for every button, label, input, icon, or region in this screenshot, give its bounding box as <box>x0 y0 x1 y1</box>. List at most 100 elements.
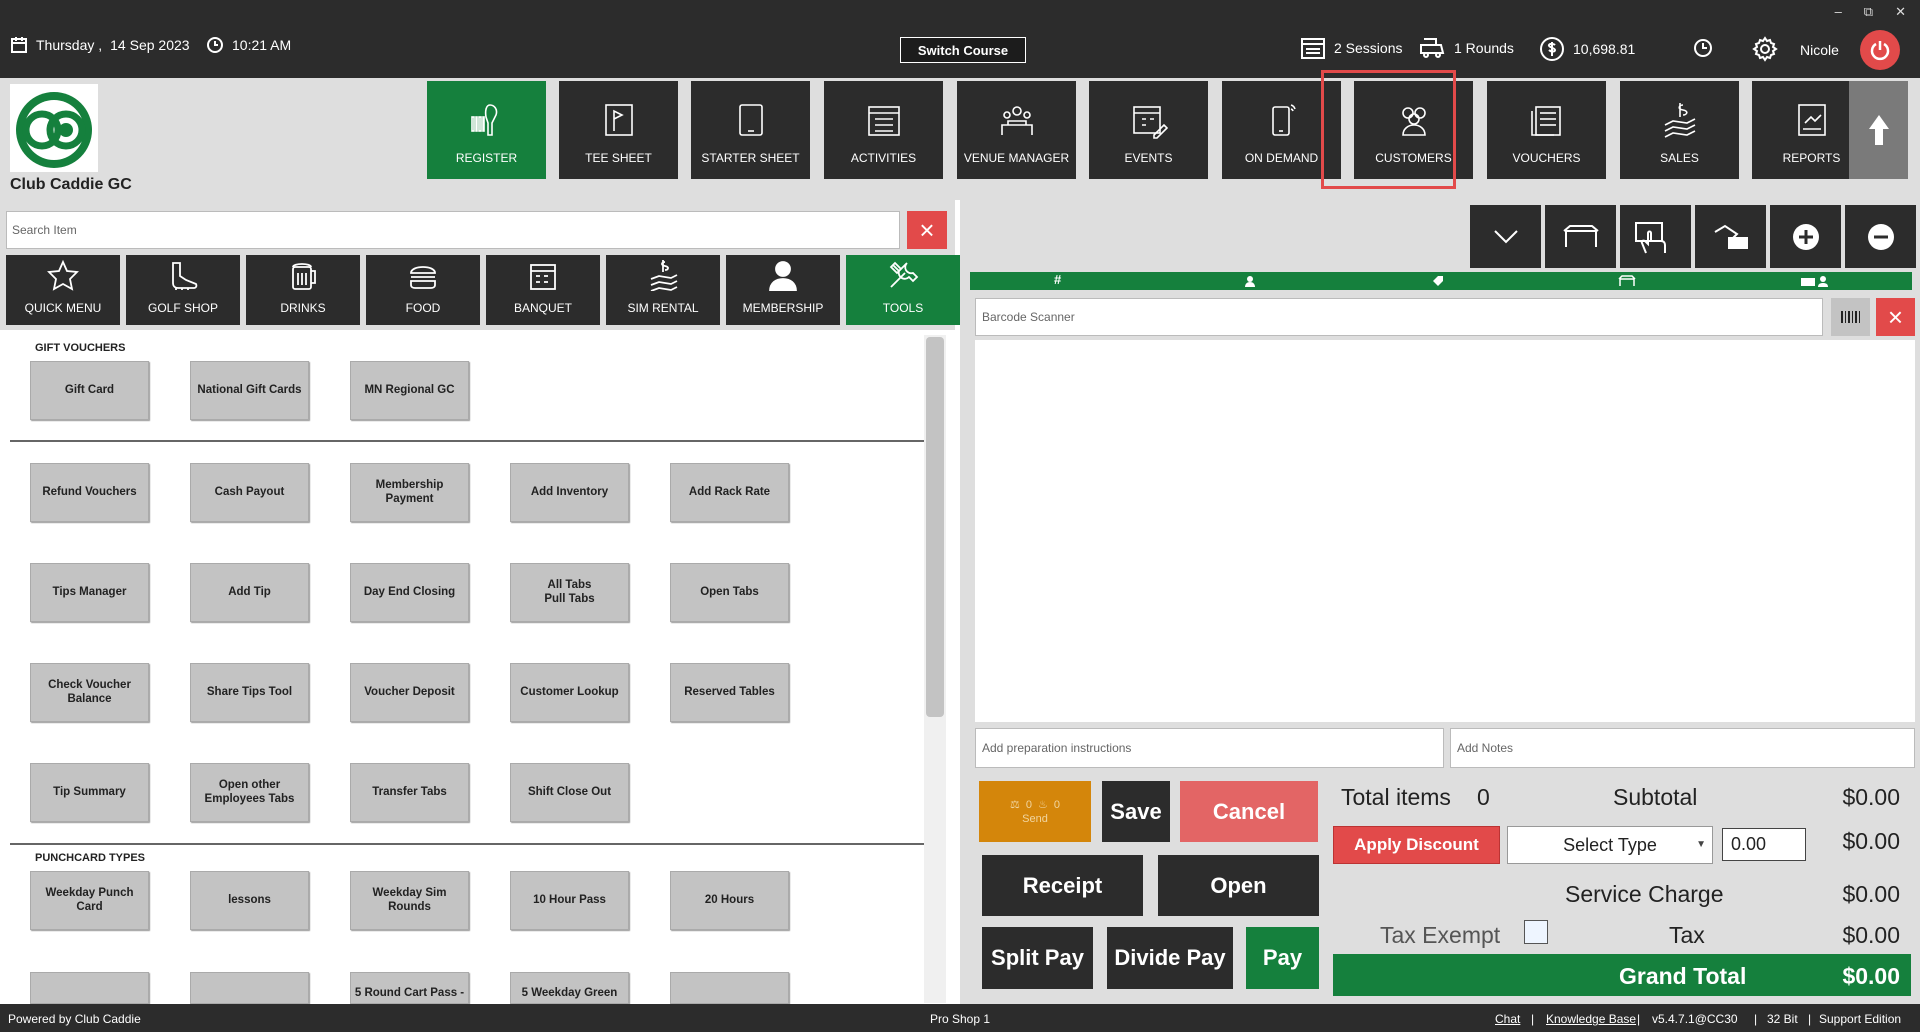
nav-sales-button[interactable]: SALES <box>1620 81 1739 179</box>
scroll-top-button[interactable] <box>1849 81 1908 179</box>
minimize-button[interactable]: – <box>1835 4 1842 20</box>
search-item-input[interactable]: Search Item <box>6 211 900 249</box>
punchcard-item[interactable] <box>30 972 149 1004</box>
gift-voucher-item[interactable]: National Gift Cards <box>190 361 309 420</box>
nav-activities-button[interactable]: ACTIVITIES <box>824 81 943 179</box>
calendar-icon <box>11 37 27 53</box>
barcode-scan-button[interactable] <box>1831 298 1870 336</box>
tool-item[interactable]: Open other Employees Tabs <box>190 763 309 822</box>
tool-item[interactable]: Tip Summary <box>30 763 149 822</box>
gift-voucher-item[interactable]: MN Regional GC <box>350 361 469 420</box>
logout-button[interactable] <box>1860 30 1900 70</box>
tax-exempt-checkbox[interactable] <box>1524 920 1548 944</box>
category-label: TOOLS <box>882 301 924 315</box>
category-label: BANQUET <box>513 301 572 315</box>
split-item-button[interactable] <box>1695 205 1766 268</box>
tool-item[interactable]: Add Inventory <box>510 463 629 522</box>
pay-button[interactable]: Pay <box>1246 927 1319 989</box>
tool-item[interactable]: Voucher Deposit <box>350 663 469 722</box>
punchcard-item[interactable] <box>190 972 309 1004</box>
open-button[interactable]: Open <box>1158 855 1319 916</box>
seat-icon <box>1618 275 1636 286</box>
nav-events-button[interactable]: EVENTS <box>1089 81 1208 179</box>
prep-placeholder: Add preparation instructions <box>982 741 1132 755</box>
barcode-scanner-input[interactable]: Barcode Scanner <box>975 298 1823 336</box>
category-tools-button[interactable]: TOOLS <box>846 255 960 325</box>
history-button[interactable] <box>1693 38 1713 58</box>
split-pay-button[interactable]: Split Pay <box>982 927 1093 989</box>
tool-item[interactable]: Open Tabs <box>670 563 789 622</box>
nav-register-button[interactable]: REGISTER <box>427 81 546 179</box>
category-label: MEMBERSHIP <box>742 301 824 315</box>
tool-item[interactable]: Day End Closing <box>350 563 469 622</box>
tool-item[interactable]: Add Rack Rate <box>670 463 789 522</box>
punchcard-item[interactable]: 10 Hour Pass <box>510 871 629 930</box>
send-label: Send <box>1022 813 1048 825</box>
tool-item[interactable]: Refund Vouchers <box>30 463 149 522</box>
category-golf-shop-button[interactable]: GOLF SHOP <box>126 255 240 325</box>
table-button[interactable] <box>1545 205 1616 268</box>
nav-venue-manager-button[interactable]: VENUE MANAGER <box>957 81 1076 179</box>
punchcard-item[interactable]: Weekday Sim Rounds <box>350 871 469 930</box>
sessions-indicator[interactable]: 2 Sessions <box>1300 36 1402 60</box>
punchcard-item[interactable]: 5 Weekday Green <box>510 972 629 1004</box>
tool-item[interactable]: Cash Payout <box>190 463 309 522</box>
barcode-clear-button[interactable]: × <box>1876 298 1915 336</box>
category-food-button[interactable]: FOOD <box>366 255 480 325</box>
category-banquet-button[interactable]: BANQUET <box>486 255 600 325</box>
decrease-qty-button[interactable] <box>1845 205 1916 268</box>
balance-indicator[interactable]: 10,698.81 <box>1539 36 1635 62</box>
category-sim-rental-button[interactable]: SIM RENTAL <box>606 255 720 325</box>
hand-pointer-icon <box>1634 221 1666 253</box>
receipt-button[interactable]: Receipt <box>982 855 1143 916</box>
nav-label: VOUCHERS <box>1512 151 1581 165</box>
tool-item[interactable]: Customer Lookup <box>510 663 629 722</box>
punchcard-item[interactable]: Weekday Punch Card <box>30 871 149 930</box>
tool-item[interactable]: Shift Close Out <box>510 763 629 822</box>
user-menu[interactable]: Nicole <box>1800 42 1839 58</box>
settings-button[interactable] <box>1752 36 1778 62</box>
nav-starter-sheet-button[interactable]: STARTER SHEET <box>691 81 810 179</box>
items-scrollbar-thumb[interactable] <box>926 337 944 717</box>
save-button[interactable]: Save <box>1102 781 1170 842</box>
punchcard-item[interactable]: 20 Hours <box>670 871 789 930</box>
switch-course-button[interactable]: Switch Course <box>900 37 1026 63</box>
preparation-instructions-input[interactable]: Add preparation instructions <box>975 728 1444 768</box>
tool-item[interactable]: Tips Manager <box>30 563 149 622</box>
tool-item[interactable]: All Tabs Pull Tabs <box>510 563 629 622</box>
knowledge-base-link[interactable]: Knowledge Base <box>1546 1012 1636 1026</box>
punchcard-item[interactable] <box>670 972 789 1004</box>
increase-qty-button[interactable] <box>1770 205 1841 268</box>
station-name: Pro Shop 1 <box>930 1012 991 1026</box>
nav-tee-sheet-button[interactable]: TEE SHEET <box>559 81 678 179</box>
restore-button[interactable]: ⧉ <box>1864 4 1873 20</box>
tool-item[interactable]: Reserved Tables <box>670 663 789 722</box>
search-clear-button[interactable]: × <box>907 211 947 249</box>
collapse-button[interactable] <box>1470 205 1541 268</box>
tool-item[interactable]: Share Tips Tool <box>190 663 309 722</box>
hand-card-button[interactable] <box>1620 205 1691 268</box>
discount-type-select[interactable]: Select Type ▼ <box>1507 826 1713 864</box>
send-count-bar: 0 <box>1053 798 1060 811</box>
punchcard-item[interactable]: lessons <box>190 871 309 930</box>
send-button[interactable]: ⚖ 0 ♨ 0 Send <box>979 781 1091 842</box>
tool-item[interactable]: Membership Payment <box>350 463 469 522</box>
chat-link[interactable]: Chat <box>1495 1012 1520 1026</box>
rounds-indicator[interactable]: 1 Rounds <box>1418 36 1514 60</box>
gift-voucher-item[interactable]: Gift Card <box>30 361 149 420</box>
cancel-button[interactable]: Cancel <box>1180 781 1318 842</box>
category-membership-button[interactable]: MEMBERSHIP <box>726 255 840 325</box>
close-button[interactable]: ✕ <box>1895 4 1906 20</box>
tool-item[interactable]: Check Voucher Balance <box>30 663 149 722</box>
tool-item[interactable]: Transfer Tabs <box>350 763 469 822</box>
user-name: Nicole <box>1800 42 1839 58</box>
apply-discount-button[interactable]: Apply Discount <box>1333 826 1500 864</box>
notes-input[interactable]: Add Notes <box>1450 728 1915 768</box>
category-drinks-button[interactable]: DRINKS <box>246 255 360 325</box>
tool-item[interactable]: Add Tip <box>190 563 309 622</box>
punchcard-item[interactable]: 5 Round Cart Pass - <box>350 972 469 1004</box>
category-quick-menu-button[interactable]: QUICK MENU <box>6 255 120 325</box>
nav-vouchers-button[interactable]: VOUCHERS <box>1487 81 1606 179</box>
divide-pay-button[interactable]: Divide Pay <box>1107 927 1233 989</box>
clock-history-icon <box>1694 39 1712 57</box>
